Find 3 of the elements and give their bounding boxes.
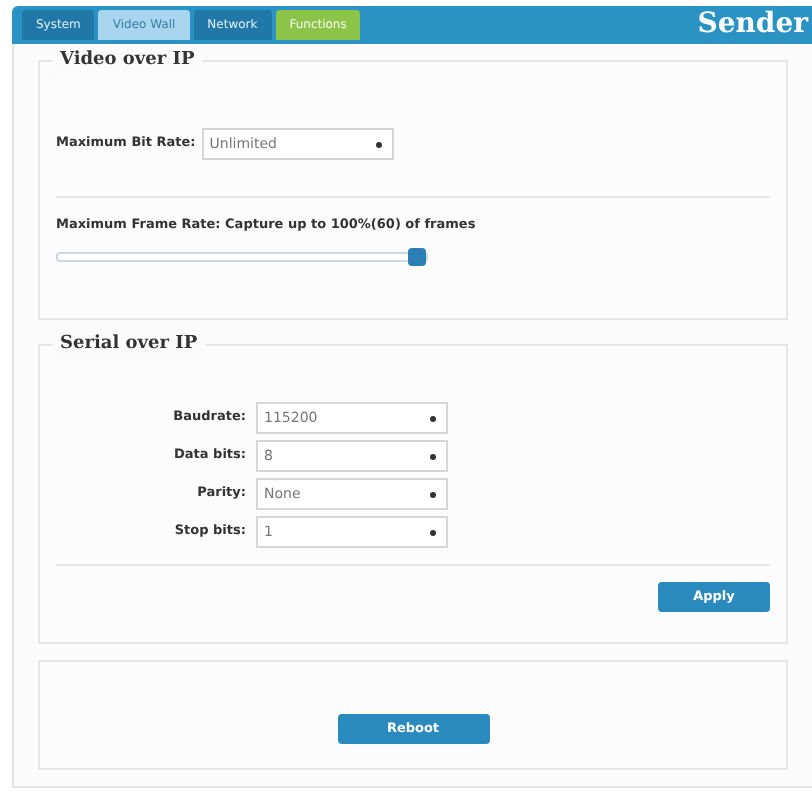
- slider-track[interactable]: [56, 251, 428, 262]
- brand-title: Sender: [697, 6, 808, 44]
- slider-thumb[interactable]: [408, 247, 426, 266]
